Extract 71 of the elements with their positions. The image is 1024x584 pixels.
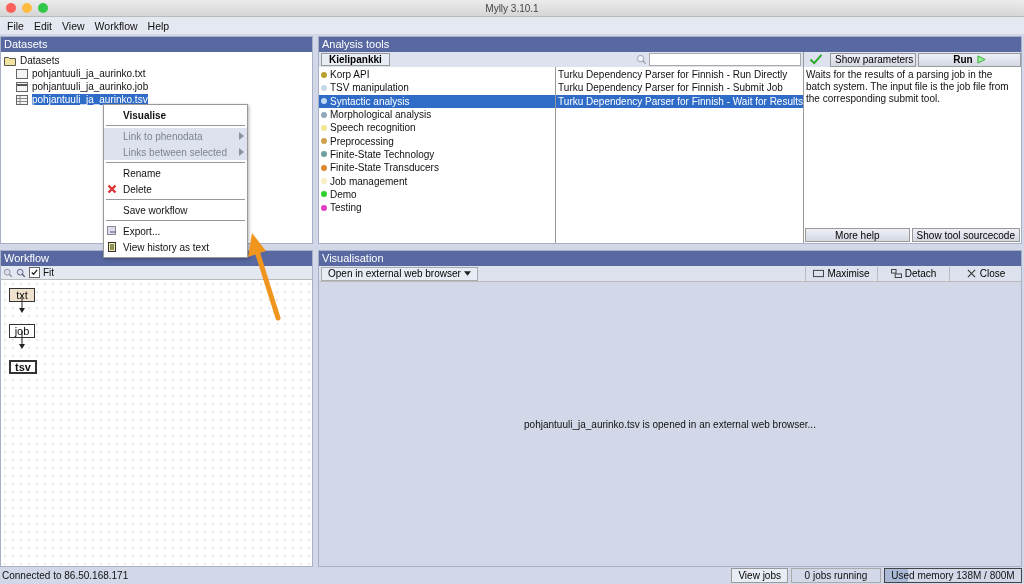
fit-checkbox[interactable] bbox=[29, 267, 40, 278]
dataset-file[interactable]: pohjantuuli_ja_aurinko.tsv bbox=[32, 94, 148, 105]
menu-item[interactable]: Help bbox=[142, 19, 175, 32]
menu-item[interactable]: File bbox=[2, 19, 29, 32]
connection-status: Connected to 86.50.168.171 bbox=[1, 570, 130, 581]
category-item[interactable]: Demo bbox=[319, 187, 556, 201]
show-parameters-button[interactable]: Show parameters bbox=[830, 52, 916, 67]
run-button[interactable]: Run bbox=[918, 52, 1021, 67]
category-item[interactable]: TSV manipulation bbox=[319, 81, 556, 95]
tool-item[interactable]: Turku Dependency Parser for Finnish - Submit Job bbox=[556, 81, 803, 95]
close-button[interactable]: Close bbox=[949, 266, 1021, 281]
close-icon bbox=[965, 269, 977, 278]
search-field[interactable] bbox=[636, 53, 801, 66]
window-title: Mylly 3.10.1 bbox=[485, 2, 539, 14]
zoom-window-button[interactable] bbox=[38, 3, 48, 13]
delete-icon bbox=[107, 184, 117, 194]
panel-header: Visualisation bbox=[319, 251, 1021, 266]
workflow-node[interactable]: txt bbox=[9, 288, 35, 302]
menu-item[interactable]: Export... bbox=[104, 223, 247, 239]
jobs-running-status: 0 jobs running bbox=[791, 568, 881, 583]
export-icon bbox=[107, 226, 117, 236]
category-item[interactable]: Finite-State Transducers bbox=[319, 161, 556, 175]
view-jobs-button[interactable]: View jobs bbox=[731, 568, 788, 583]
category-item[interactable]: Speech recognition bbox=[319, 121, 556, 135]
method-dropdown[interactable]: Open in external web browser bbox=[321, 266, 478, 281]
category-item[interactable]: Testing bbox=[319, 200, 556, 215]
show-sourcecode-button[interactable]: Show tool sourcecode bbox=[911, 228, 1020, 242]
play-icon bbox=[976, 55, 986, 64]
category-item[interactable]: Syntactic analysis bbox=[319, 94, 556, 108]
file-icon bbox=[16, 81, 28, 92]
detach-icon bbox=[890, 269, 902, 278]
document-icon bbox=[107, 242, 117, 252]
close-window-button[interactable] bbox=[6, 3, 16, 13]
menu-item[interactable]: View bbox=[57, 19, 90, 32]
category-item[interactable]: Korp API bbox=[319, 68, 556, 82]
search-icon bbox=[636, 54, 647, 65]
maximise-button[interactable]: Maximise bbox=[805, 266, 877, 281]
workflow-node[interactable]: tsv bbox=[9, 360, 37, 374]
tool-item[interactable]: Turku Dependency Parser for Finnish - Run Directly bbox=[556, 68, 803, 82]
tool-description: Waits for the results of a parsing job in the batch system. The input file is the job file from the corresponding submit tool. bbox=[805, 68, 1010, 106]
menu-item[interactable]: Visualise bbox=[104, 107, 247, 123]
menu-item[interactable]: Rename bbox=[104, 165, 247, 181]
visualisation-message: pohjantuuli_ja_aurinko.tsv is opened in an external web browser... bbox=[524, 418, 816, 430]
panel-header: Datasets bbox=[1, 37, 312, 52]
menu-item[interactable]: Save workflow bbox=[104, 202, 247, 218]
maximise-icon bbox=[813, 269, 825, 278]
zoom-out-icon[interactable] bbox=[16, 267, 26, 278]
module-tab[interactable]: Kielipankki bbox=[321, 53, 390, 66]
minimize-window-button[interactable] bbox=[22, 3, 32, 13]
menu-item[interactable]: Workflow bbox=[89, 19, 143, 32]
memory-meter: Used memory 138M / 800M bbox=[884, 568, 1022, 583]
folder-icon bbox=[4, 55, 16, 66]
detach-button[interactable]: Detach bbox=[877, 266, 949, 281]
caret-icon bbox=[463, 271, 471, 276]
category-item[interactable]: Morphological analysis bbox=[319, 107, 556, 122]
dataset-file[interactable]: pohjantuuli_ja_aurinko.job bbox=[32, 81, 149, 92]
tree-item[interactable]: Datasets bbox=[20, 55, 60, 66]
more-help-button[interactable]: More help bbox=[805, 228, 910, 242]
tool-item[interactable]: Turku Dependency Parser for Finnish - Wait for Results bbox=[556, 94, 803, 108]
category-item[interactable]: Job management bbox=[319, 174, 556, 188]
category-item[interactable]: Preprocessing bbox=[319, 134, 556, 148]
zoom-in-icon[interactable] bbox=[3, 267, 13, 278]
menu-item[interactable]: Delete bbox=[104, 181, 247, 197]
workflow-node[interactable]: job bbox=[9, 324, 35, 338]
panel-header: Analysis tools bbox=[319, 37, 1021, 52]
file-icon bbox=[16, 68, 28, 79]
file-icon bbox=[16, 94, 28, 105]
category-item[interactable]: Finite-State Technology bbox=[319, 147, 556, 162]
menu-item[interactable]: Edit bbox=[28, 19, 57, 32]
dataset-file[interactable]: pohjantuuli_ja_aurinko.txt bbox=[32, 68, 146, 79]
fit-label: Fit bbox=[43, 267, 55, 278]
